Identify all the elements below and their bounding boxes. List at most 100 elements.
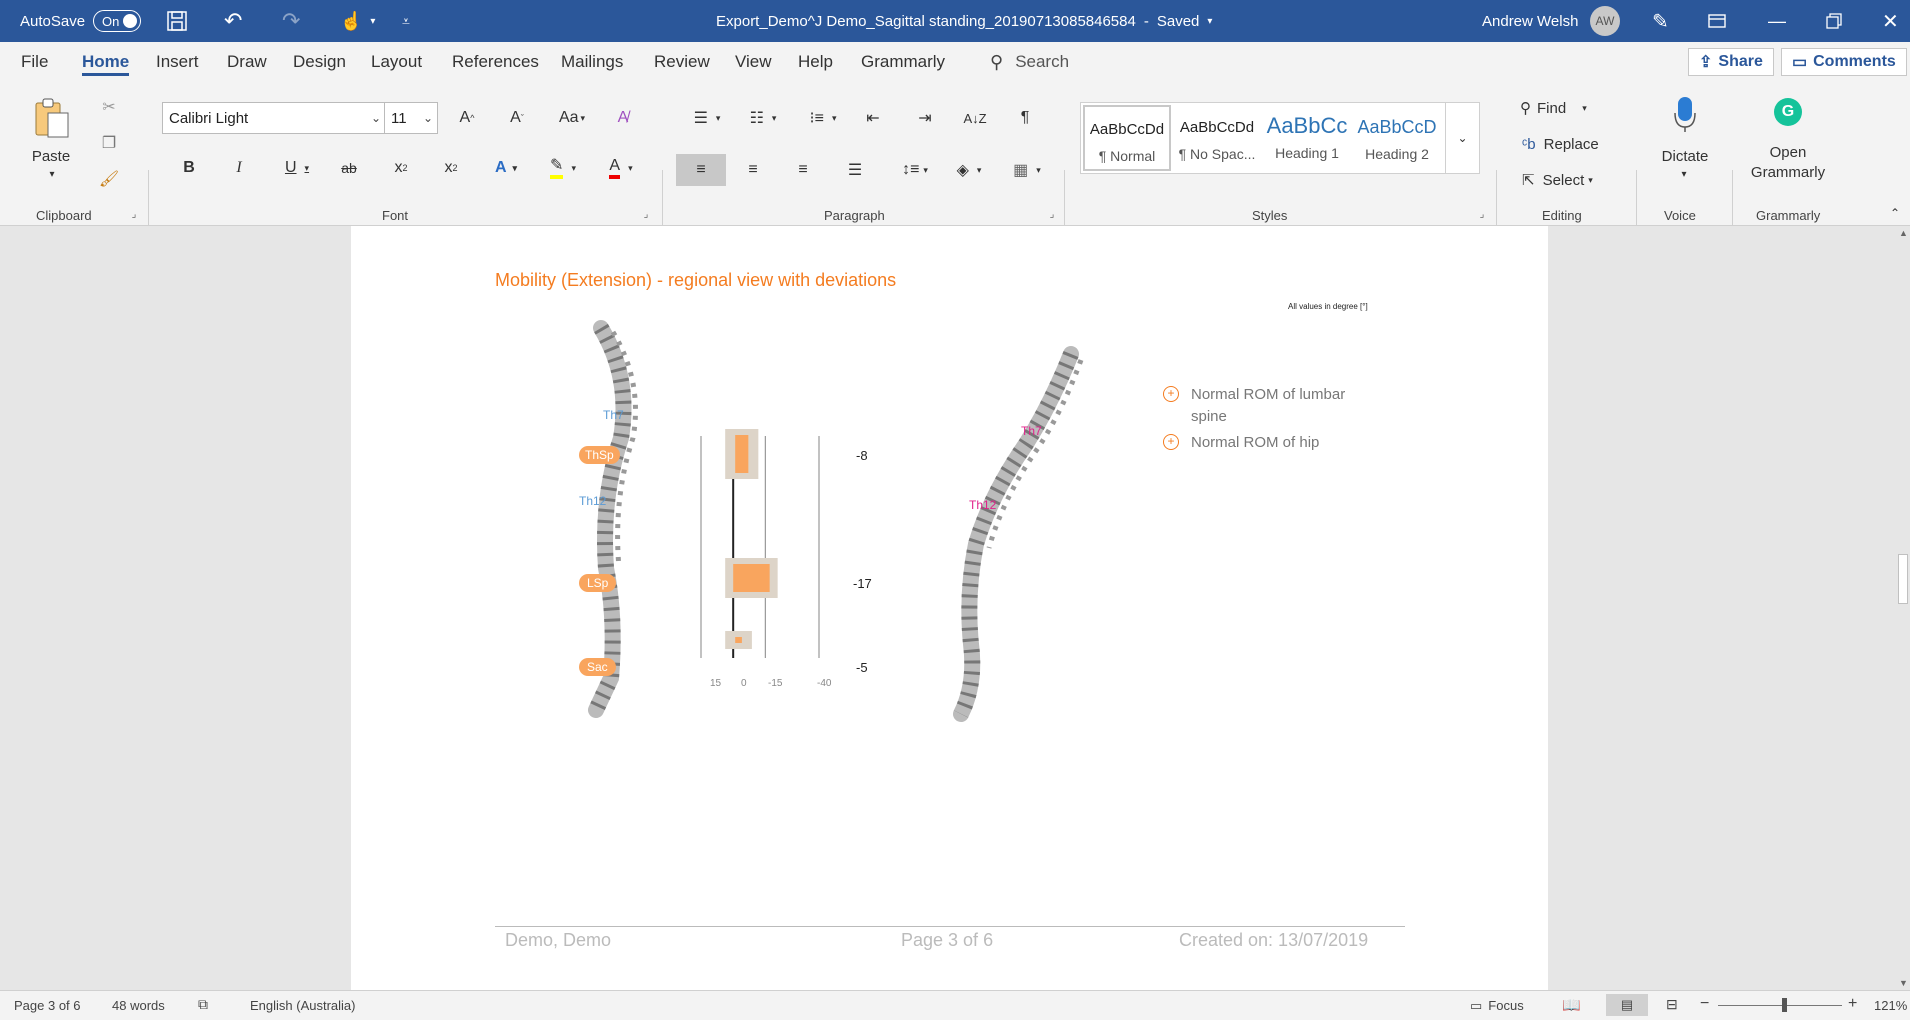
scroll-up-icon[interactable]: ▲ [1899, 228, 1908, 238]
line-spacing-icon[interactable]: ↕≡ ▾ [892, 154, 938, 186]
change-case-icon[interactable]: Aa ▾ [552, 104, 592, 132]
collapse-ribbon-icon[interactable]: ⌃ [1888, 206, 1902, 220]
undo-icon[interactable]: ↶ [224, 0, 242, 42]
vertical-scrollbar[interactable]: ▲ ▼ [1896, 226, 1910, 990]
proofing-icon[interactable]: ⧉ [198, 996, 208, 1013]
tab-review[interactable]: Review [654, 42, 710, 82]
copy-icon[interactable]: ❐ [98, 132, 120, 154]
tab-insert[interactable]: Insert [156, 42, 199, 82]
align-left-icon[interactable]: ≡ [676, 154, 726, 186]
cut-icon[interactable]: ✂ [98, 96, 120, 118]
page-indicator[interactable]: Page 3 of 6 [14, 998, 81, 1013]
touch-mode-icon[interactable]: ☝ ▾ [340, 0, 375, 42]
language-indicator[interactable]: English (Australia) [250, 998, 356, 1013]
zoom-in-icon[interactable]: + [1848, 995, 1857, 1013]
autosave-toggle[interactable]: On [93, 10, 142, 32]
justify-icon[interactable]: ☰ [840, 154, 870, 186]
tab-home[interactable]: Home [82, 42, 130, 82]
restore-icon[interactable] [1826, 0, 1842, 42]
superscript-icon[interactable]: x2 [436, 154, 466, 182]
save-icon[interactable] [166, 0, 188, 42]
style-heading-2[interactable]: AaBbCcD Heading 2 [1353, 105, 1441, 171]
select-button[interactable]: ⇱ Select ▾ [1522, 168, 1593, 192]
close-icon[interactable]: ✕ [1882, 0, 1899, 42]
document-title-area[interactable]: Export_Demo^J Demo_Sagittal standing_201… [716, 0, 1212, 42]
show-formatting-icon[interactable]: ¶ [1010, 104, 1040, 132]
italic-icon[interactable]: I [226, 154, 252, 182]
find-button[interactable]: ⚲ Find ▾ [1520, 96, 1587, 120]
styles-more-icon[interactable]: ⌄ [1445, 103, 1479, 173]
strikethrough-icon[interactable]: ab [334, 154, 364, 182]
grammarly-icon[interactable]: G [1774, 98, 1802, 126]
style-heading-1[interactable]: AaBbCc Heading 1 [1263, 105, 1351, 171]
pen-icon[interactable]: ✎ [1652, 0, 1669, 42]
zoom-level[interactable]: 121% [1874, 998, 1907, 1013]
open-grammarly-line1[interactable]: Open [1740, 142, 1836, 162]
dictate-button[interactable]: Dictate [1652, 146, 1718, 166]
dialog-launcher-icon[interactable]: ⌟ [640, 208, 652, 220]
bold-icon[interactable]: B [176, 154, 202, 182]
tab-grammarly[interactable]: Grammarly [861, 42, 945, 82]
web-layout-icon[interactable]: ⊟ [1666, 996, 1678, 1013]
dialog-launcher-icon[interactable]: ⌟ [1476, 208, 1488, 220]
replace-button[interactable]: ᶜb Replace [1522, 132, 1599, 156]
sort-icon[interactable]: A↓Z [960, 104, 990, 132]
minimize-icon[interactable]: — [1768, 0, 1786, 42]
font-name-combo[interactable]: Calibri Light ⌄ [162, 102, 386, 134]
word-count[interactable]: 48 words [112, 998, 165, 1013]
read-mode-icon[interactable]: 📖 [1562, 996, 1581, 1014]
highlight-icon[interactable]: ✎ ▾ [540, 154, 586, 182]
text-effects-icon[interactable]: A ▾ [486, 154, 526, 182]
comments-button[interactable]: ▭ Comments [1781, 48, 1907, 76]
tab-view[interactable]: View [735, 42, 772, 82]
dictate-dropdown-icon[interactable]: ▾ [1676, 168, 1692, 180]
zoom-thumb[interactable] [1782, 998, 1787, 1012]
customize-qat-icon[interactable]: ⩡ [402, 0, 410, 42]
underline-icon[interactable]: U ▾ [274, 154, 320, 182]
format-painter-icon[interactable]: 🖌 [98, 168, 120, 190]
zoom-out-icon[interactable]: − [1700, 995, 1709, 1013]
scroll-down-icon[interactable]: ▼ [1899, 978, 1908, 988]
shrink-font-icon[interactable]: Aˇ [502, 104, 532, 132]
shading-icon[interactable]: ◈ ▾ [946, 154, 992, 186]
focus-button[interactable]: ▭ Focus [1470, 998, 1524, 1014]
share-button[interactable]: ⇪ Share [1688, 48, 1774, 76]
scroll-thumb[interactable] [1898, 554, 1908, 604]
multilevel-list-icon[interactable]: ⁝≡ ▾ [800, 104, 846, 132]
grow-font-icon[interactable]: A ^ [452, 104, 482, 132]
bullets-icon[interactable]: ☰ ▾ [684, 104, 730, 132]
paste-icon[interactable] [30, 96, 72, 140]
style-normal[interactable]: AaBbCcDd ¶ Normal [1083, 105, 1171, 171]
account-area[interactable]: AW [1590, 0, 1620, 42]
tab-draw[interactable]: Draw [227, 42, 267, 82]
paste-dropdown-icon[interactable]: ▾ [42, 168, 62, 180]
tab-layout[interactable]: Layout [371, 42, 422, 82]
increase-indent-icon[interactable]: ⇥ [910, 104, 940, 132]
tab-file[interactable]: File [21, 42, 48, 82]
tab-help[interactable]: Help [798, 42, 833, 82]
zoom-slider[interactable] [1718, 998, 1842, 1012]
tab-references[interactable]: References [452, 42, 539, 82]
ribbon-display-icon[interactable] [1708, 0, 1726, 42]
tab-mailings[interactable]: Mailings [561, 42, 623, 82]
style-no-spacing[interactable]: AaBbCcDd ¶ No Spac... [1173, 105, 1261, 171]
open-grammarly-line2[interactable]: Grammarly [1740, 162, 1836, 182]
print-layout-icon[interactable]: ▤ [1606, 994, 1648, 1016]
subscript-icon[interactable]: x2 [386, 154, 416, 182]
user-name[interactable]: Andrew Welsh [1482, 0, 1578, 42]
clear-formatting-icon[interactable]: A̸ [608, 104, 638, 132]
document-page[interactable]: Mobility (Extension) - regional view wit… [351, 226, 1548, 990]
decrease-indent-icon[interactable]: ⇤ [858, 104, 888, 132]
avatar[interactable]: AW [1590, 6, 1620, 36]
align-center-icon[interactable]: ≡ [738, 154, 768, 186]
redo-icon[interactable]: ↷ [282, 0, 300, 42]
align-right-icon[interactable]: ≡ [788, 154, 818, 186]
font-size-combo[interactable]: 11 ⌄ [384, 102, 438, 134]
font-color-icon[interactable]: A ▾ [598, 154, 644, 182]
borders-icon[interactable]: ▦ ▾ [1004, 154, 1050, 186]
microphone-icon[interactable] [1670, 94, 1700, 134]
tab-design[interactable]: Design [293, 42, 346, 82]
search-box[interactable]: ⚲ Search [990, 42, 1069, 82]
dialog-launcher-icon[interactable]: ⌟ [1046, 208, 1058, 220]
dialog-launcher-icon[interactable]: ⌟ [128, 208, 140, 220]
